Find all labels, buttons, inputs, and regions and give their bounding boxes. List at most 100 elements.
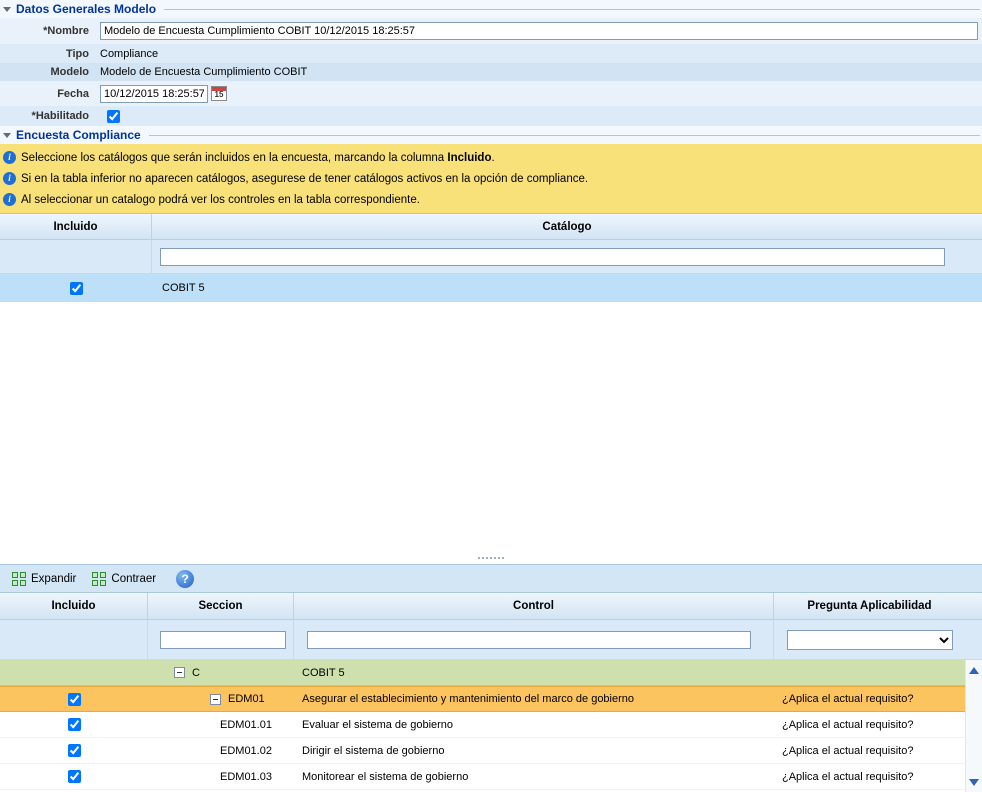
- section-rule: [164, 9, 980, 10]
- incluido-cell: [0, 718, 148, 731]
- seccion-cell: EDM01.02: [148, 745, 294, 757]
- row-incluido-checkbox[interactable]: [68, 744, 81, 757]
- control-header-pregunta[interactable]: Pregunta Aplicabilidad: [774, 593, 982, 619]
- row-incluido-checkbox[interactable]: [68, 718, 81, 731]
- notice-line: i Seleccione los catálogos que serán inc…: [3, 147, 982, 168]
- control-row[interactable]: EDM01.01 Evaluar el sistema de gobierno¿A…: [0, 712, 982, 738]
- collapse-arrow-icon: [3, 133, 11, 138]
- form-row-fecha: Fecha 15: [0, 81, 982, 106]
- help-button[interactable]: ?: [176, 570, 194, 588]
- tree-collapse-icon[interactable]: [174, 667, 185, 678]
- info-icon: i: [3, 151, 16, 164]
- habilitado-checkbox[interactable]: [107, 110, 120, 123]
- splitter[interactable]: [0, 552, 982, 564]
- calendar-icon[interactable]: 15: [211, 86, 227, 101]
- nombre-label: *Nombre: [0, 25, 95, 37]
- expand-icon: [12, 572, 26, 586]
- catalog-header-catalogo[interactable]: Catálogo: [152, 214, 982, 239]
- form-row-tipo: Tipo Compliance: [0, 44, 982, 63]
- incluido-cell: [0, 744, 148, 757]
- collapse-all-button[interactable]: Contraer: [92, 572, 156, 586]
- chevron-up-icon: [969, 667, 979, 674]
- control-cell: Evaluar el sistema de gobierno: [294, 719, 774, 731]
- catalog-filter-input[interactable]: [160, 248, 945, 266]
- pregunta-cell: ¿Aplica el actual requisito?: [774, 771, 982, 783]
- catalog-empty-area: [0, 302, 982, 552]
- tree-collapse-icon[interactable]: [210, 694, 221, 705]
- question-icon: ?: [181, 572, 188, 586]
- habilitado-label: *Habilitado: [0, 110, 95, 122]
- seccion-text: EDM01.03: [220, 771, 272, 783]
- control-row[interactable]: EDM01.03 Monitorear el sistema de gobiern…: [0, 764, 982, 790]
- control-filter-input[interactable]: [307, 631, 751, 649]
- scroll-down-button[interactable]: [967, 774, 982, 790]
- pregunta-cell: ¿Aplica el actual requisito?: [774, 693, 982, 705]
- nombre-input[interactable]: [100, 22, 978, 40]
- modelo-label: Modelo: [0, 66, 95, 78]
- control-header-control[interactable]: Control: [294, 593, 774, 619]
- form-row-modelo: Modelo Modelo de Encuesta Cumplimiento C…: [0, 63, 982, 81]
- catalog-header-incluido[interactable]: Incluido: [0, 214, 152, 239]
- control-group-row[interactable]: C COBIT 5: [0, 660, 982, 686]
- incluido-cell: [0, 770, 148, 783]
- catalog-incluido-cell: [0, 282, 152, 295]
- seccion-text: EDM01.01: [220, 719, 272, 731]
- pregunta-cell: ¿Aplica el actual requisito?: [774, 719, 982, 731]
- incluido-cell: [0, 693, 148, 706]
- catalog-row[interactable]: COBIT 5: [0, 274, 982, 302]
- section-title-encuesta: Encuesta Compliance: [16, 128, 141, 142]
- modelo-value: Modelo de Encuesta Cumplimiento COBIT: [100, 66, 307, 78]
- seccion-cell: C: [148, 667, 294, 679]
- general-form: *Nombre Tipo Compliance Modelo Modelo de…: [0, 18, 982, 126]
- seccion-text: EDM01.02: [220, 745, 272, 757]
- control-filter-seccion-cell: [148, 620, 294, 659]
- info-banner: i Seleccione los catálogos que serán inc…: [0, 144, 982, 214]
- control-filter-control-cell: [294, 620, 774, 659]
- catalog-name: COBIT 5: [152, 282, 982, 294]
- tipo-value: Compliance: [100, 48, 158, 60]
- notice-text: Al seleccionar un catalogo podrá ver los…: [21, 194, 420, 206]
- control-row[interactable]: EDM01.02Dirigir el sistema de gobierno¿A…: [0, 738, 982, 764]
- collapse-icon: [92, 572, 106, 586]
- seccion-text: C: [192, 667, 200, 679]
- section-header-encuesta[interactable]: Encuesta Compliance: [0, 126, 982, 144]
- info-icon: i: [3, 193, 16, 206]
- fecha-input[interactable]: [100, 85, 208, 103]
- expand-label: Expandir: [31, 573, 76, 585]
- vertical-scrollbar[interactable]: [965, 660, 982, 792]
- seccion-text: EDM01: [228, 693, 265, 705]
- catalog-filter-incluido-cell: [0, 240, 152, 273]
- collapse-label: Contraer: [111, 573, 156, 585]
- control-header-incluido[interactable]: Incluido: [0, 593, 148, 619]
- control-filter-incluido-cell: [0, 620, 148, 659]
- expand-all-button[interactable]: Expandir: [12, 572, 76, 586]
- scroll-up-button[interactable]: [967, 662, 982, 678]
- splitter-handle-icon: [478, 557, 504, 559]
- seccion-filter-input[interactable]: [160, 631, 286, 649]
- row-incluido-checkbox[interactable]: [68, 693, 81, 706]
- calendar-icon-day: 15: [212, 90, 226, 100]
- control-cell: Monitorear el sistema de gobierno: [294, 771, 774, 783]
- control-table-header: Incluido Seccion Control Pregunta Aplica…: [0, 593, 982, 620]
- catalog-filter-catalogo-cell: [152, 240, 982, 273]
- control-filter-row: [0, 620, 982, 660]
- control-filter-pregunta-cell: [774, 620, 982, 659]
- row-incluido-checkbox[interactable]: [68, 770, 81, 783]
- catalog-table-header: Incluido Catálogo: [0, 214, 982, 240]
- tipo-label: Tipo: [0, 48, 95, 60]
- control-row[interactable]: EDM01Asegurar el establecimiento y mante…: [0, 686, 982, 712]
- notice-line: i Al seleccionar un catalogo podrá ver l…: [3, 189, 982, 210]
- control-cell: COBIT 5: [294, 667, 774, 679]
- catalog-incluido-checkbox[interactable]: [70, 282, 83, 295]
- fecha-label: Fecha: [0, 88, 95, 100]
- pregunta-filter-select[interactable]: [787, 630, 953, 650]
- form-row-nombre: *Nombre: [0, 18, 982, 44]
- collapse-arrow-icon: [3, 7, 11, 12]
- section-header-general[interactable]: Datos Generales Modelo: [0, 0, 982, 18]
- section-title-general: Datos Generales Modelo: [16, 2, 156, 16]
- tree-toolbar: Expandir Contraer ?: [0, 564, 982, 593]
- catalog-filter-row: [0, 240, 982, 274]
- control-header-seccion[interactable]: Seccion: [148, 593, 294, 619]
- control-table: Incluido Seccion Control Pregunta Aplica…: [0, 593, 982, 792]
- seccion-cell: EDM01.01: [148, 719, 294, 731]
